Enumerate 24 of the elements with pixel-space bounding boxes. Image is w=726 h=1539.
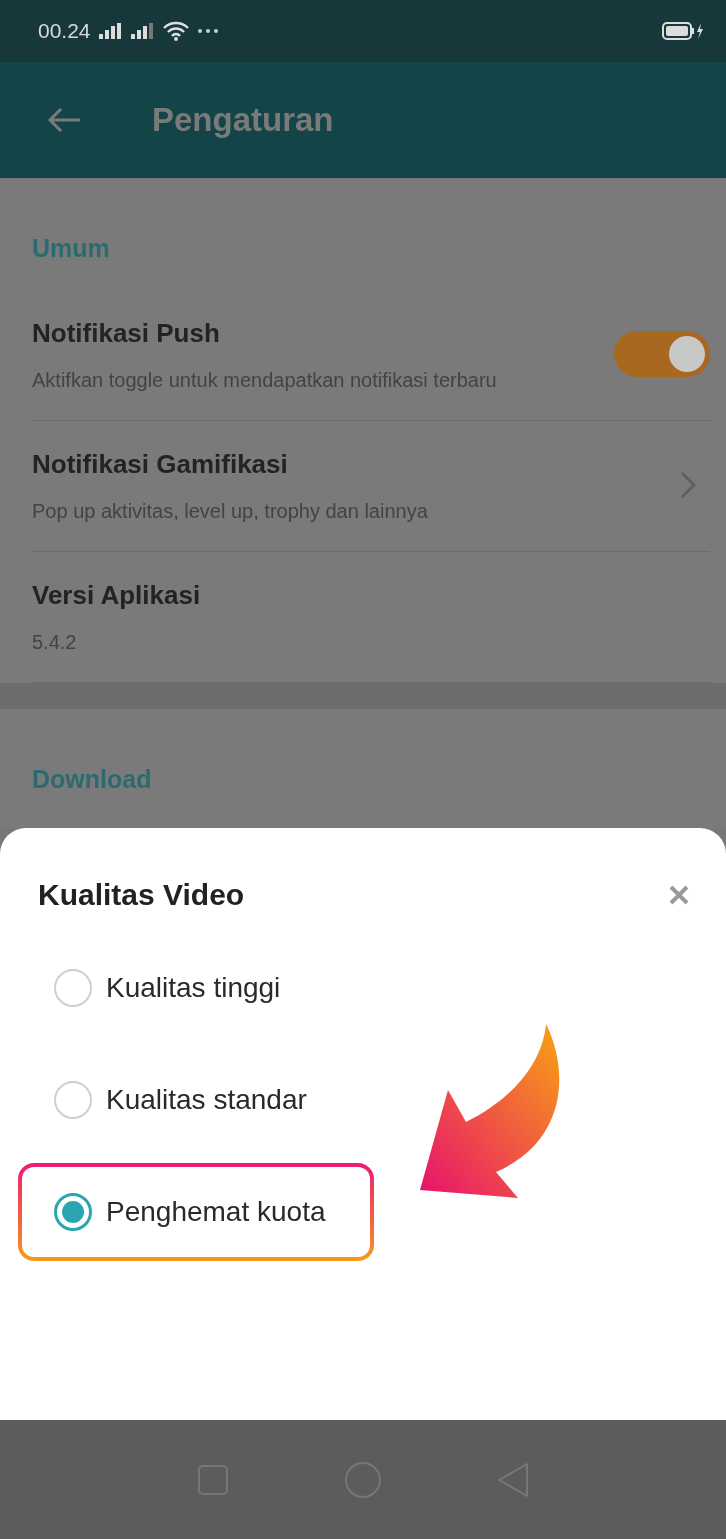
wifi-icon	[162, 21, 189, 41]
more-icon	[196, 28, 219, 34]
section-header: Umum	[32, 234, 110, 262]
screen-title: Pengaturan	[152, 100, 334, 141]
sheet-title: Kualitas Video	[38, 877, 245, 913]
chevron-right-icon	[680, 470, 696, 499]
setting-title: Notifikasi Push	[32, 316, 221, 350]
home-icon[interactable]	[344, 1460, 382, 1499]
setting-title: Versi Aplikasi	[32, 578, 202, 612]
section-header: Download	[32, 764, 152, 793]
close-icon[interactable]	[668, 883, 690, 906]
toggle-switch[interactable]	[614, 330, 710, 377]
setting-subtitle: 5.4.2	[32, 629, 78, 655]
square-nav-icon[interactable]	[197, 1463, 230, 1496]
radio-option[interactable]: Kualitas tinggi	[18, 939, 329, 1037]
battery-icon	[662, 21, 704, 41]
back-icon[interactable]	[46, 106, 82, 134]
signal-icon	[130, 23, 155, 39]
radio-option[interactable]: Kualitas standar	[18, 1051, 355, 1149]
back-nav-icon[interactable]	[496, 1461, 529, 1498]
status-time: 00.24	[38, 18, 91, 45]
arrow-icon	[420, 1024, 560, 1198]
signal-icon	[98, 23, 123, 39]
setting-title: Notifikasi Gamifikasi	[32, 447, 289, 481]
